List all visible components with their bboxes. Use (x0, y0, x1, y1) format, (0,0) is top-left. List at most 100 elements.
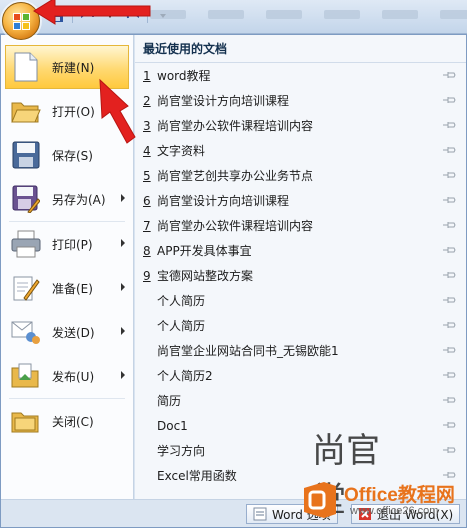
undo-button[interactable] (79, 7, 97, 25)
recent-document-name: APP开发具体事宜 (157, 244, 252, 258)
recent-document-name: 尚官堂设计方向培训课程 (157, 94, 290, 108)
recent-document-item[interactable]: 5 尚官堂艺创共享办公业务节点 (135, 163, 466, 188)
pin-icon[interactable] (443, 420, 456, 430)
recent-document-name: 宝德网站整改方案 (157, 269, 254, 283)
pin-icon[interactable] (443, 170, 456, 180)
printer-icon (11, 229, 41, 259)
save-qat-icon (51, 10, 63, 22)
menu-item-label: 保存(S) (52, 148, 93, 163)
save-qat-button[interactable] (48, 7, 66, 25)
pin-icon[interactable] (443, 395, 456, 405)
recent-document-item[interactable]: 学习方向 (135, 438, 466, 463)
recent-document-name: 文字资料 (157, 144, 206, 158)
office-button[interactable] (2, 2, 40, 40)
chevron-down-icon (107, 14, 113, 18)
qat-separator (72, 9, 73, 23)
recent-document-item[interactable]: Doc1 (135, 413, 466, 438)
recent-document-name: 学习方向 (157, 444, 206, 458)
save-as-icon (11, 184, 41, 214)
recent-document-item[interactable]: 个人简历2 (135, 363, 466, 388)
recent-document-name: 尚官堂办公软件课程培训内容 (157, 219, 314, 233)
menu-item-label: 发送(D) (52, 325, 95, 340)
recent-document-item[interactable]: 8 APP开发具体事宜 (135, 238, 466, 263)
recent-document-item[interactable]: 7 尚官堂办公软件课程培训内容 (135, 213, 466, 238)
recent-document-number: 1 (143, 68, 151, 83)
recent-document-number: 4 (143, 143, 151, 158)
recent-document-item[interactable]: 4 文字资料 (135, 138, 466, 163)
pin-icon[interactable] (443, 220, 456, 230)
recent-document-item[interactable]: 个人简历 (135, 313, 466, 338)
menu-item-prepare[interactable]: 准备(E) (1, 266, 133, 310)
recent-document-name: word教程 (157, 69, 211, 83)
recent-document-name: Doc1 (157, 418, 188, 433)
recent-document-item[interactable]: 简历 (135, 388, 466, 413)
menu-item-open[interactable]: 打开(O) (1, 89, 133, 133)
recent-document-number: 6 (143, 193, 151, 208)
redo-icon (126, 11, 139, 19)
undo-dropdown[interactable] (101, 7, 119, 25)
menu-item-label: 发布(U) (52, 369, 95, 384)
submenu-arrow-icon (121, 371, 125, 379)
open-folder-icon (11, 96, 41, 126)
recent-document-item[interactable]: 2 尚官堂设计方向培训课程 (135, 88, 466, 113)
pin-icon[interactable] (443, 270, 456, 280)
publish-icon (11, 361, 41, 391)
recent-document-number: 2 (143, 93, 151, 108)
recent-document-item[interactable]: 1 word教程 (135, 63, 466, 88)
recent-document-name: 尚官堂艺创共享办公业务节点 (157, 169, 314, 183)
menu-item-save[interactable]: 保存(S) (1, 133, 133, 177)
menu-item-new[interactable]: 新建(N) (5, 45, 129, 89)
recent-document-number: 9 (143, 268, 151, 283)
recent-document-number: 3 (143, 118, 151, 133)
menu-item-label: 关闭(C) (52, 414, 94, 429)
menu-item-publish[interactable]: 发布(U) (1, 354, 133, 398)
recent-documents-panel: 最近使用的文档 1 word教程 2 尚官堂设计方向培训课程 3 尚官堂办公软件课程培训内… (135, 35, 466, 499)
watermark-site: Office教程网 (344, 485, 455, 506)
pin-icon[interactable] (443, 70, 456, 80)
menu-item-label: 新建(N) (52, 60, 95, 75)
recent-document-item[interactable]: 9 宝德网站整改方案 (135, 263, 466, 288)
submenu-arrow-icon (121, 327, 125, 335)
menu-item-label: 准备(E) (52, 281, 93, 296)
submenu-arrow-icon (121, 194, 125, 202)
submenu-arrow-icon (121, 239, 125, 247)
redo-button[interactable] (123, 7, 141, 25)
recent-document-name: 尚官堂办公软件课程培训内容 (157, 119, 314, 133)
options-icon (253, 507, 267, 521)
pin-icon[interactable] (443, 320, 456, 330)
pin-icon[interactable] (443, 345, 456, 355)
undo-icon (81, 10, 94, 18)
new-document-icon (11, 52, 41, 82)
menu-item-print[interactable]: 打印(P) (1, 222, 133, 266)
menu-item-close[interactable]: 关闭(C) (1, 399, 133, 443)
recent-documents-list: 1 word教程 2 尚官堂设计方向培训课程 3 尚官堂办公软件课程培训内容 4 文字资料 5 尚… (135, 63, 466, 488)
pin-icon[interactable] (443, 470, 456, 480)
prepare-icon (11, 273, 41, 303)
recent-document-name: 个人简历2 (157, 369, 213, 383)
recent-document-item[interactable]: 尚官堂企业网站合同书_无锡欧能1 (135, 338, 466, 363)
qat-separator (147, 9, 148, 23)
recent-document-item[interactable]: 6 尚官堂设计方向培训课程 (135, 188, 466, 213)
pin-icon[interactable] (443, 295, 456, 305)
save-icon (11, 140, 41, 170)
pin-icon[interactable] (443, 245, 456, 255)
pin-icon[interactable] (443, 95, 456, 105)
recent-document-item[interactable]: 3 尚官堂办公软件课程培训内容 (135, 113, 466, 138)
watermark-url: www.office26.com (350, 505, 439, 517)
recent-document-name: 个人简历 (157, 294, 206, 308)
menu-item-send[interactable]: 发送(D) (1, 310, 133, 354)
pin-icon[interactable] (443, 195, 456, 205)
menu-item-save-as[interactable]: 另存为(A) (1, 177, 133, 221)
submenu-arrow-icon (121, 283, 125, 291)
pin-icon[interactable] (443, 370, 456, 380)
menu-item-label: 打印(P) (52, 237, 93, 252)
send-icon (11, 317, 41, 347)
pin-icon[interactable] (443, 445, 456, 455)
recent-document-name: 个人简历 (157, 319, 206, 333)
pin-icon[interactable] (443, 120, 456, 130)
menu-item-label: 另存为(A) (52, 192, 106, 207)
office-watermark-logo-icon (304, 482, 336, 518)
office-logo-icon (13, 13, 31, 31)
pin-icon[interactable] (443, 145, 456, 155)
recent-document-item[interactable]: 个人简历 (135, 288, 466, 313)
